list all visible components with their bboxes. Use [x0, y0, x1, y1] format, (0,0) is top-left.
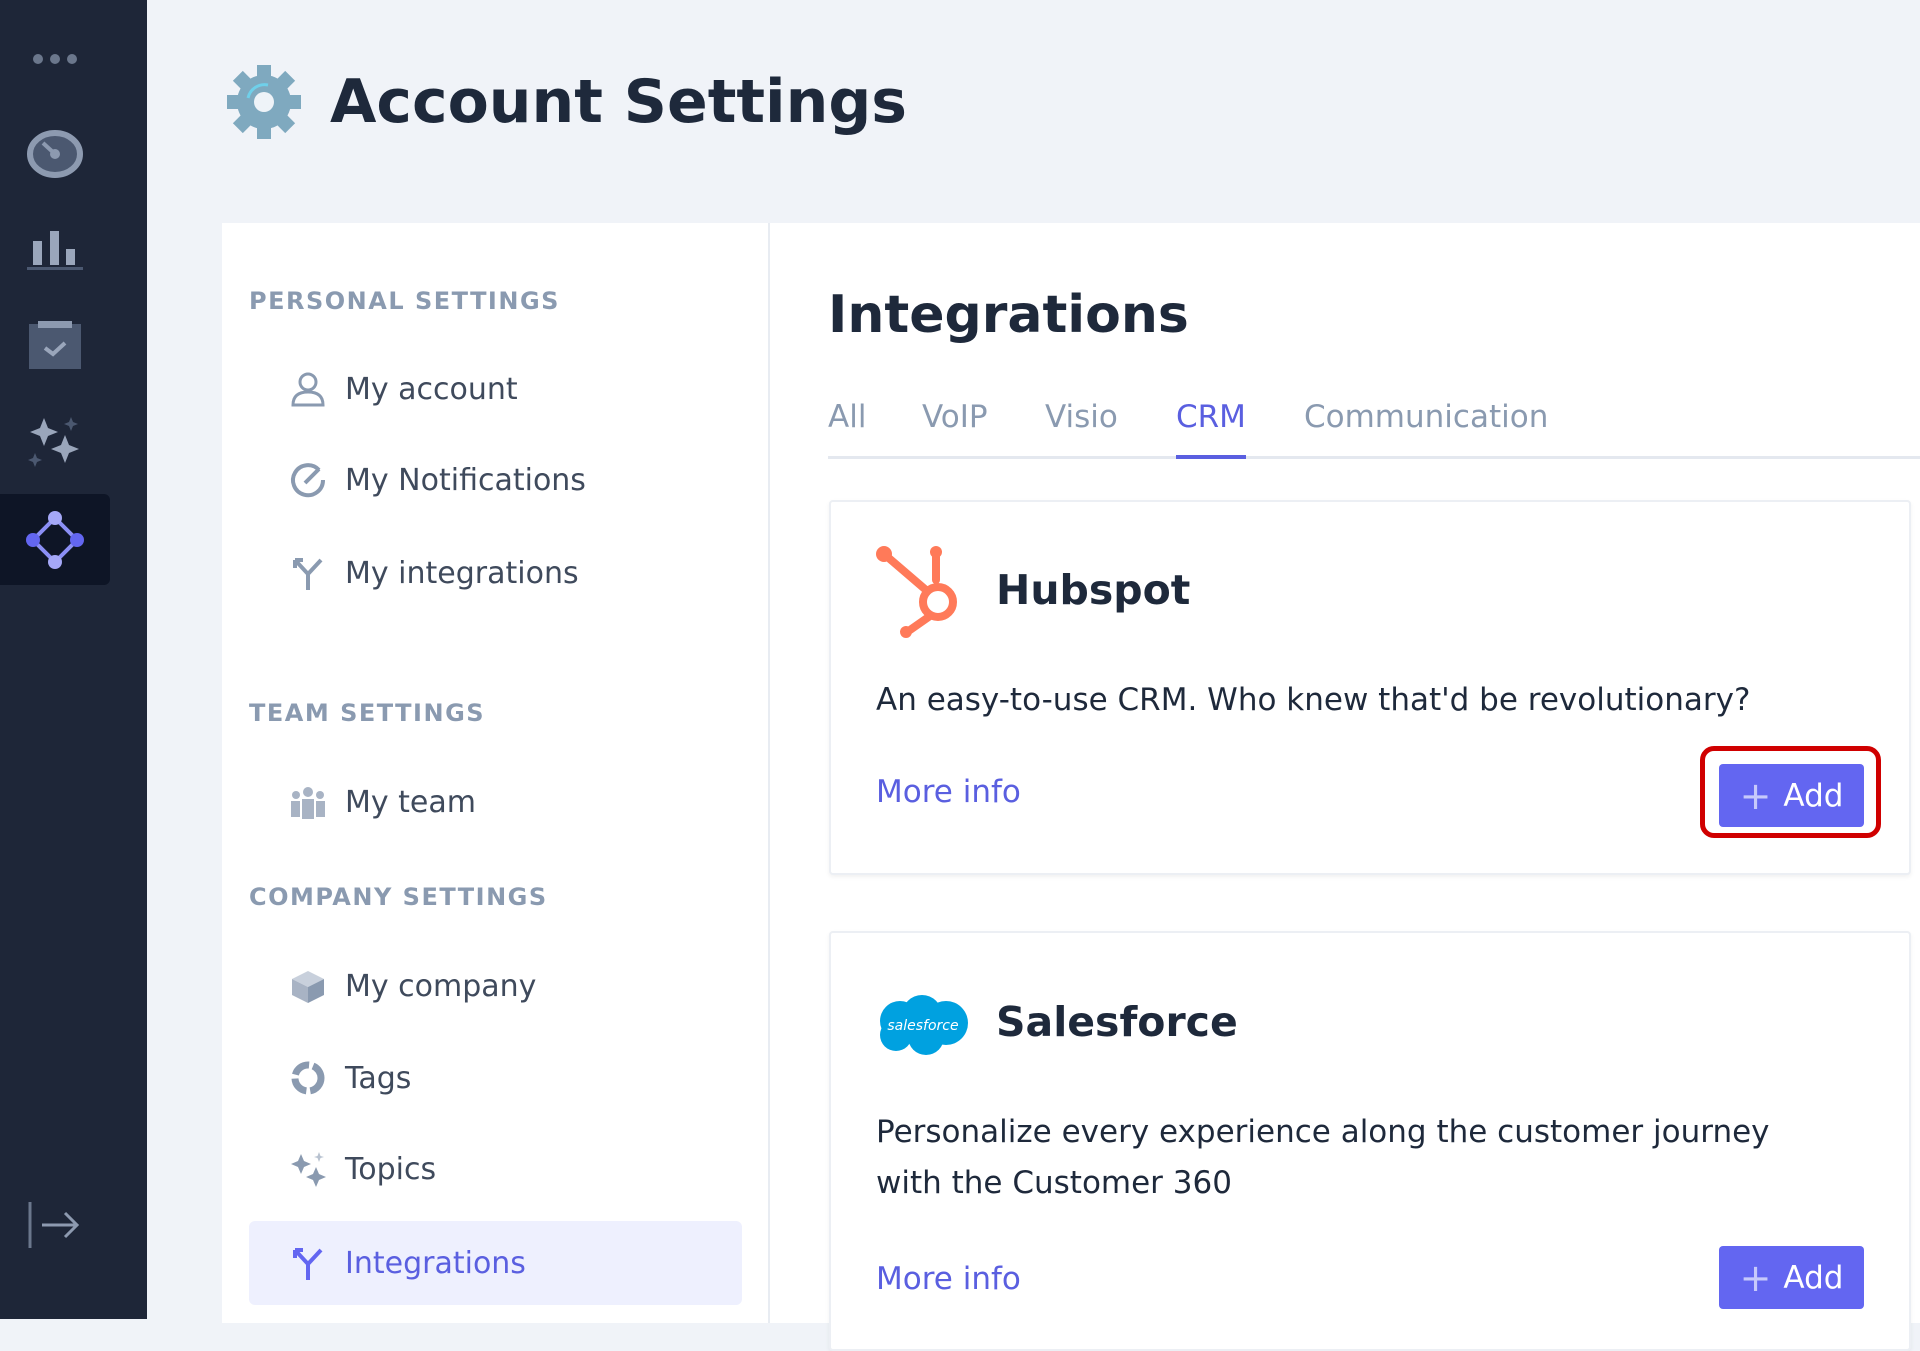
- analytics-icon[interactable]: [0, 222, 110, 277]
- highlight-box: [1700, 746, 1881, 838]
- merge-icon: [293, 1248, 323, 1280]
- nav-item-label: Integrations: [345, 1245, 526, 1281]
- nav-item-topics[interactable]: Topics: [249, 1134, 742, 1204]
- merge-icon: [293, 558, 323, 590]
- app-rail: [0, 0, 147, 1319]
- nav-item-label: Topics: [345, 1151, 437, 1187]
- section-heading-personal: PERSONAL SETTINGS: [249, 287, 560, 315]
- notification-icon: [291, 463, 326, 498]
- more-info-link[interactable]: More info: [876, 774, 1021, 810]
- nav-item-label: My account: [345, 371, 518, 407]
- company-icon: [292, 971, 324, 1003]
- page-header: Account Settings: [224, 62, 907, 142]
- integration-card-salesforce: salesforce Salesforce Personalize every …: [829, 931, 1911, 1351]
- hubspot-logo-icon: [876, 546, 957, 638]
- tab-all[interactable]: All: [828, 399, 866, 459]
- tab-voip[interactable]: VoIP: [922, 399, 988, 459]
- nav-item-label: My company: [345, 968, 537, 1004]
- nav-item-label: Tags: [345, 1060, 412, 1096]
- tab-visio[interactable]: Visio: [1045, 399, 1118, 459]
- user-icon: [291, 372, 325, 407]
- integration-description: An easy-to-use CRM. Who knew that'd be r…: [876, 682, 1751, 718]
- nav-item-my-team[interactable]: My team: [249, 767, 742, 837]
- add-label: Add: [1783, 1259, 1844, 1296]
- add-salesforce-button[interactable]: + Add: [1719, 1246, 1864, 1309]
- svg-text:salesforce: salesforce: [887, 1018, 958, 1034]
- page-title: Account Settings: [330, 67, 908, 137]
- logout-icon[interactable]: [0, 1200, 110, 1250]
- tab-communication[interactable]: Communication: [1304, 399, 1548, 459]
- nav-item-label: My integrations: [345, 555, 579, 591]
- topics-icon[interactable]: [0, 413, 110, 473]
- tags-icon: [291, 1061, 325, 1095]
- nav-item-label: My team: [345, 784, 477, 820]
- integrations-icon[interactable]: [0, 494, 110, 585]
- section-heading-team: TEAM SETTINGS: [249, 699, 486, 727]
- integration-description-line1: Personalize every experience along the c…: [876, 1114, 1770, 1150]
- integration-description-line2: with the Customer 360: [876, 1165, 1232, 1201]
- salesforce-logo-icon: salesforce: [880, 995, 968, 1055]
- nav-item-tags[interactable]: Tags: [249, 1043, 742, 1113]
- nav-item-integrations[interactable]: Integrations: [249, 1221, 742, 1305]
- settings-nav: PERSONAL SETTINGS My account My Notifica…: [222, 223, 770, 1323]
- nav-item-label: My Notifications: [345, 462, 586, 498]
- integration-name: Hubspot: [996, 566, 1191, 614]
- category-tabs: All VoIP Visio CRM Communication: [828, 399, 1920, 459]
- tasks-icon[interactable]: [0, 315, 110, 375]
- more-info-link[interactable]: More info: [876, 1261, 1021, 1297]
- nav-item-my-integrations[interactable]: My integrations: [249, 538, 742, 608]
- integrations-panel: Integrations All VoIP Visio CRM Communic…: [770, 223, 1920, 1351]
- more-icon[interactable]: [0, 44, 110, 74]
- team-icon: [291, 787, 325, 819]
- plus-icon: +: [1739, 1255, 1772, 1300]
- nav-item-my-company[interactable]: My company: [249, 951, 742, 1021]
- nav-item-my-account[interactable]: My account: [249, 354, 742, 424]
- dashboard-icon[interactable]: [0, 124, 110, 184]
- nav-item-my-notifications[interactable]: My Notifications: [249, 445, 742, 515]
- tab-crm[interactable]: CRM: [1176, 399, 1246, 459]
- section-title: Integrations: [828, 285, 1189, 345]
- sparkles-icon: [291, 1152, 326, 1187]
- section-heading-company: COMPANY SETTINGS: [249, 883, 548, 911]
- integration-name: Salesforce: [996, 998, 1238, 1046]
- gear-icon: [227, 65, 301, 139]
